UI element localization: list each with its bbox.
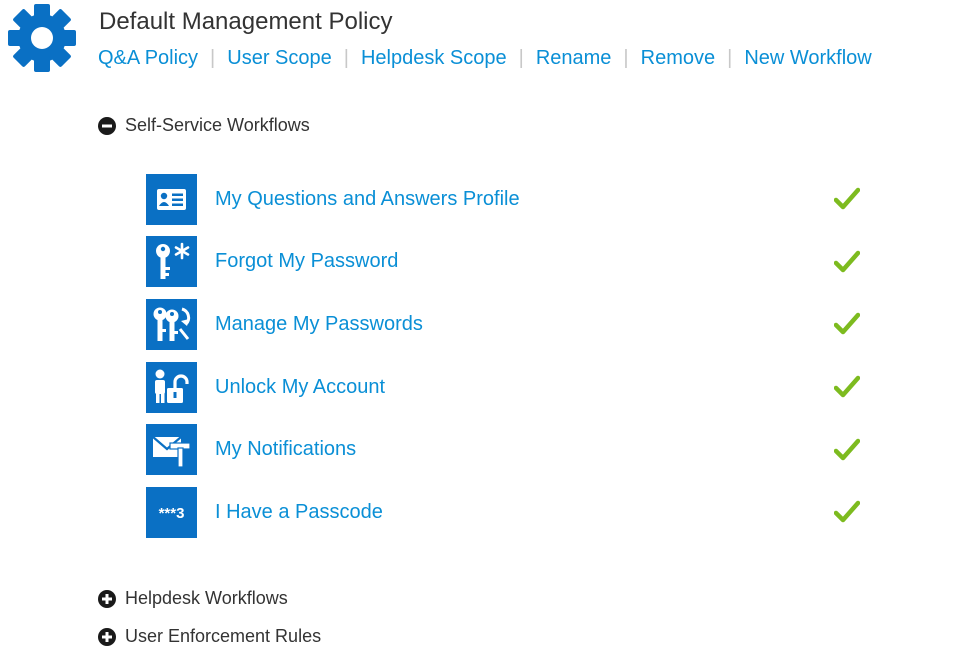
workflow-label: Forgot My Password [215,250,399,273]
keys-refresh-icon [146,298,197,350]
section-label: Helpdesk Workflows [125,588,288,608]
user-unlock-icon [146,361,197,413]
minus-circle-icon [98,116,116,135]
id-card-icon [146,173,197,225]
section-helpdesk-workflows[interactable]: Helpdesk Workflows [98,588,288,609]
workflow-label: I Have a Passcode [215,500,383,523]
user-scope-link[interactable]: User Scope [227,47,332,69]
workflow-row-manage-passwords[interactable]: Manage My Passwords [146,293,876,356]
plus-circle-icon [98,589,116,608]
gear-icon [8,4,76,72]
policy-title: Default Management Policy [99,8,393,35]
checkmark-icon [834,375,860,398]
policy-page: Default Management Policy Q&A Policy | Use… [0,0,964,647]
plus-circle-icon [98,627,116,646]
workflow-row-notifications[interactable]: My Notifications [146,418,876,481]
workflow-label: My Questions and Answers Profile [215,187,520,210]
policy-actions: Q&A Policy | User Scope | Helpdesk Scope | Ren… [98,47,872,70]
separator: | [518,47,524,69]
separator: | [623,47,629,69]
checkmark-icon [834,313,860,335]
new-workflow-link[interactable]: New Workflow [744,47,871,69]
separator: | [343,47,349,69]
checkmark-icon [834,438,860,460]
workflow-row-unlock-account[interactable]: Unlock My Account [146,356,876,419]
passcode-icon-text: ***3 [159,505,185,522]
checkmark-icon [834,501,860,523]
key-asterisk-icon [146,236,197,288]
qa-policy-link[interactable]: Q&A Policy [98,47,198,69]
checkmark-icon [834,250,860,273]
workflow-label: Manage My Passwords [215,312,423,335]
workflow-row-passcode[interactable]: ***3 I Have a Passcode [146,481,876,544]
passcode-icon: ***3 [146,486,197,538]
helpdesk-scope-link[interactable]: Helpdesk Scope [361,47,507,69]
rename-link[interactable]: Rename [536,47,612,69]
workflow-row-qa-profile[interactable]: My Questions and Answers Profile [146,168,876,231]
section-label: Self-Service Workflows [125,115,310,135]
remove-link[interactable]: Remove [641,47,715,69]
workflow-row-forgot-password[interactable]: Forgot My Password [146,231,876,294]
section-label: User Enforcement Rules [125,626,322,646]
workflow-list: My Questions and Answers Profile Forgot … [146,168,876,544]
section-self-service-workflows[interactable]: Self-Service Workflows [98,115,310,136]
separator: | [727,47,733,69]
envelope-hammer-icon [146,424,197,476]
checkmark-icon [834,188,860,210]
workflow-label: Unlock My Account [215,375,386,398]
workflow-label: My Notifications [215,438,357,461]
section-user-enforcement-rules[interactable]: User Enforcement Rules [98,626,321,647]
separator: | [210,47,216,69]
